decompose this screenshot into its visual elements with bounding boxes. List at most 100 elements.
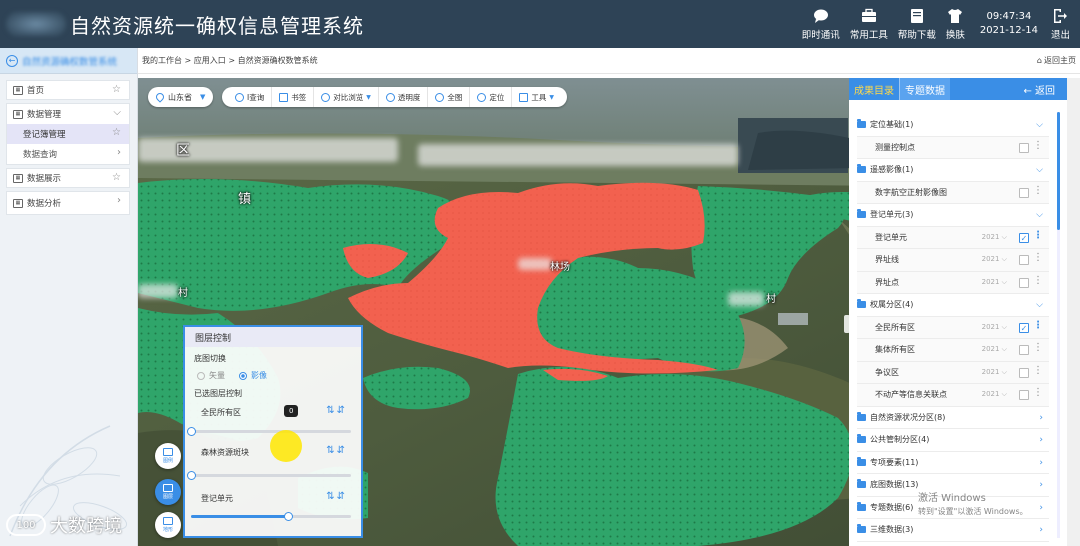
sidebar-item-data-management[interactable]: ▦ 数据管理 ⌵ bbox=[7, 104, 129, 124]
layer-panel-header: 图层控制 bbox=[185, 325, 361, 347]
tab-thematic-data[interactable]: 专题数据 bbox=[900, 78, 950, 100]
more-options-icon[interactable]: ⋮ bbox=[1033, 230, 1043, 241]
catalog-category[interactable]: 专项要素(11) › bbox=[857, 452, 1049, 474]
catalog-category[interactable]: 自然资源状况分区(8) › bbox=[857, 407, 1049, 429]
clock: 09:47:34 2021-12-14 bbox=[980, 10, 1038, 38]
folder-icon bbox=[857, 456, 866, 466]
layer-checkbox[interactable]: ✓ bbox=[1019, 232, 1029, 243]
slider-knob[interactable] bbox=[283, 512, 293, 521]
download-button[interactable]: 帮助下载 bbox=[898, 8, 936, 41]
chat-button[interactable]: 即时通讯 bbox=[802, 8, 840, 41]
category-label: 专题数据(6) bbox=[870, 502, 914, 512]
scrollbar-thumb[interactable] bbox=[1057, 112, 1060, 230]
skin-button[interactable]: 换肤 bbox=[946, 8, 965, 41]
catalog-layer-item[interactable]: 集体所有区 2021 ⌵ ⋮ bbox=[857, 339, 1049, 362]
star-icon[interactable]: ☆ bbox=[112, 172, 121, 183]
toolbox-icon bbox=[861, 8, 876, 22]
legend-button[interactable]: 图例 bbox=[155, 443, 181, 469]
catalog-category[interactable]: 遥感影像(1) ⌵ bbox=[857, 159, 1049, 182]
layer-checkbox[interactable] bbox=[1019, 187, 1029, 198]
sidebar-item-register-book[interactable]: 登记簿管理 ☆ bbox=[7, 124, 129, 144]
sidebar-item-home[interactable]: ▦ 首页 ☆ bbox=[6, 80, 130, 100]
more-options-icon[interactable]: ⋮ bbox=[1033, 275, 1043, 286]
catalog-category[interactable]: 公共管制分区(4) › bbox=[857, 429, 1049, 452]
reorder-icon[interactable]: ⇅⇵ bbox=[326, 445, 347, 456]
exit-button[interactable]: 退出 bbox=[1051, 8, 1070, 41]
system-switch-button[interactable]: ← 自然资源确权数管系统 bbox=[0, 48, 137, 74]
tool-opacity[interactable]: 透明度 bbox=[379, 87, 429, 107]
slider-tooltip: 0 bbox=[284, 405, 299, 417]
star-icon[interactable]: ☆ bbox=[112, 84, 121, 95]
catalog-layer-item[interactable]: 全民所有区 2021 ⌵ ✓ ⋮ bbox=[857, 316, 1049, 339]
sidebar-item-data-analysis[interactable]: ▦ 数据分析 › bbox=[6, 191, 130, 215]
catalog-layer-item[interactable]: 测量控制点 ⋮ bbox=[857, 136, 1049, 159]
tab-results-catalog[interactable]: 成果目录 bbox=[849, 78, 900, 100]
year-selector[interactable]: 2021 ⌵ bbox=[982, 233, 1007, 242]
tool-fullextent[interactable]: 全图 bbox=[428, 87, 471, 107]
sidebar-item-data-query[interactable]: 数据查询 › bbox=[7, 144, 129, 164]
toolbox-button[interactable]: 常用工具 bbox=[850, 8, 888, 41]
sidebar-item-label: 数据管理 bbox=[27, 110, 62, 120]
layer-checkbox[interactable] bbox=[1019, 255, 1029, 265]
back-button[interactable]: ← 返回 bbox=[1023, 82, 1055, 97]
catalog-category[interactable]: 权属分区(4) ⌵ bbox=[857, 294, 1049, 317]
more-options-icon[interactable]: ⋮ bbox=[1033, 388, 1043, 398]
year-selector[interactable]: 2021 ⌵ bbox=[982, 323, 1007, 332]
catalog-layer-item[interactable]: 界址点 2021 ⌵ ⋮ bbox=[857, 271, 1049, 294]
sidebar-item-data-display[interactable]: ▦ 数据展示 ☆ bbox=[6, 168, 130, 188]
catalog-layer-item[interactable]: 界址线 2021 ⌵ ⋮ bbox=[857, 249, 1049, 272]
year-selector[interactable]: 2021 ⌵ bbox=[982, 278, 1007, 287]
category-label: 专项要素(11) bbox=[870, 457, 919, 467]
layer-checkbox[interactable] bbox=[1019, 367, 1029, 378]
year-selector[interactable]: 2021 ⌵ bbox=[982, 345, 1007, 354]
catalog-layer-item[interactable]: 争议区 2021 ⌵ ⋮ bbox=[857, 361, 1049, 384]
catalog-layer-item[interactable]: 不动产等信息关联点 2021 ⌵ ⋮ bbox=[857, 384, 1049, 407]
opacity-slider[interactable] bbox=[187, 427, 351, 436]
breadcrumb-path[interactable]: 我的工作台 > 应用入口 > 自然资源确权数管系统 bbox=[142, 55, 318, 66]
basemap-vector-radio[interactable]: 矢量 bbox=[197, 370, 225, 381]
region-selector[interactable]: 山东省 ▼ bbox=[148, 87, 214, 107]
year-selector[interactable]: 2021 ⌵ bbox=[982, 368, 1007, 377]
layer-checkbox[interactable] bbox=[1019, 345, 1029, 355]
back-home-link[interactable]: ⌂ 返回主页 bbox=[1037, 55, 1076, 66]
locate-icon bbox=[477, 92, 487, 102]
more-options-icon[interactable]: ⋮ bbox=[1033, 320, 1043, 331]
layer-checkbox[interactable]: ✓ bbox=[1019, 322, 1029, 333]
tool-locate[interactable]: 定位 bbox=[470, 87, 513, 107]
layer-checkbox[interactable] bbox=[1019, 142, 1029, 153]
tool-tools[interactable]: 工具 ▼ bbox=[512, 87, 561, 107]
catalog-layer-item[interactable]: 登记单元 2021 ⌵ ✓ ⋮ bbox=[857, 226, 1049, 249]
layer-checkbox[interactable] bbox=[1019, 277, 1029, 288]
star-icon[interactable]: ☆ bbox=[112, 127, 121, 138]
catalog-category[interactable]: 三维数据(3) › bbox=[857, 519, 1049, 542]
more-options-icon[interactable]: ⋮ bbox=[1033, 140, 1043, 151]
catalog-category[interactable]: 定位基础(1) ⌵ bbox=[857, 114, 1049, 137]
slider-knob[interactable] bbox=[187, 427, 196, 436]
reorder-icon[interactable]: ⇅⇵ bbox=[326, 405, 347, 416]
tool-query[interactable]: I查询 bbox=[228, 87, 273, 107]
scrollbar[interactable] bbox=[1057, 112, 1060, 538]
more-options-icon[interactable]: ⋮ bbox=[1033, 365, 1043, 376]
basemap-imagery-radio[interactable]: 影像 bbox=[239, 370, 267, 381]
opacity-slider[interactable] bbox=[191, 512, 351, 521]
globe-icon bbox=[435, 92, 445, 102]
more-options-icon[interactable]: ⋮ bbox=[1033, 185, 1043, 196]
reorder-icon[interactable]: ⇅⇵ bbox=[326, 491, 347, 502]
layer-checkbox[interactable] bbox=[1019, 390, 1029, 400]
catalog-category[interactable]: 登记单元(3) ⌵ bbox=[857, 204, 1049, 227]
back-arrow-icon: ← bbox=[6, 54, 18, 67]
terrain-button[interactable]: 地形 bbox=[155, 512, 181, 538]
tool-bookmark[interactable]: 书签 bbox=[272, 87, 315, 107]
more-options-icon[interactable]: ⋮ bbox=[1033, 253, 1043, 263]
tool-compare[interactable]: 对比浏览 ▼ bbox=[314, 87, 379, 107]
more-options-icon[interactable]: ⋮ bbox=[1033, 343, 1043, 353]
catalog-layer-item[interactable]: 数字航空正射影像图 ⋮ bbox=[857, 181, 1049, 204]
year-selector[interactable]: 2021 ⌵ bbox=[982, 390, 1007, 399]
year-selector[interactable]: 2021 ⌵ bbox=[982, 255, 1007, 264]
folder-icon bbox=[857, 411, 866, 421]
back-label: 返回 bbox=[1035, 85, 1055, 97]
layers-button[interactable]: 图层 bbox=[155, 479, 181, 505]
blurred-place-names bbox=[518, 258, 552, 270]
layer-item-label: 数字航空正射影像图 bbox=[875, 187, 947, 197]
opacity-slider[interactable] bbox=[187, 471, 351, 480]
